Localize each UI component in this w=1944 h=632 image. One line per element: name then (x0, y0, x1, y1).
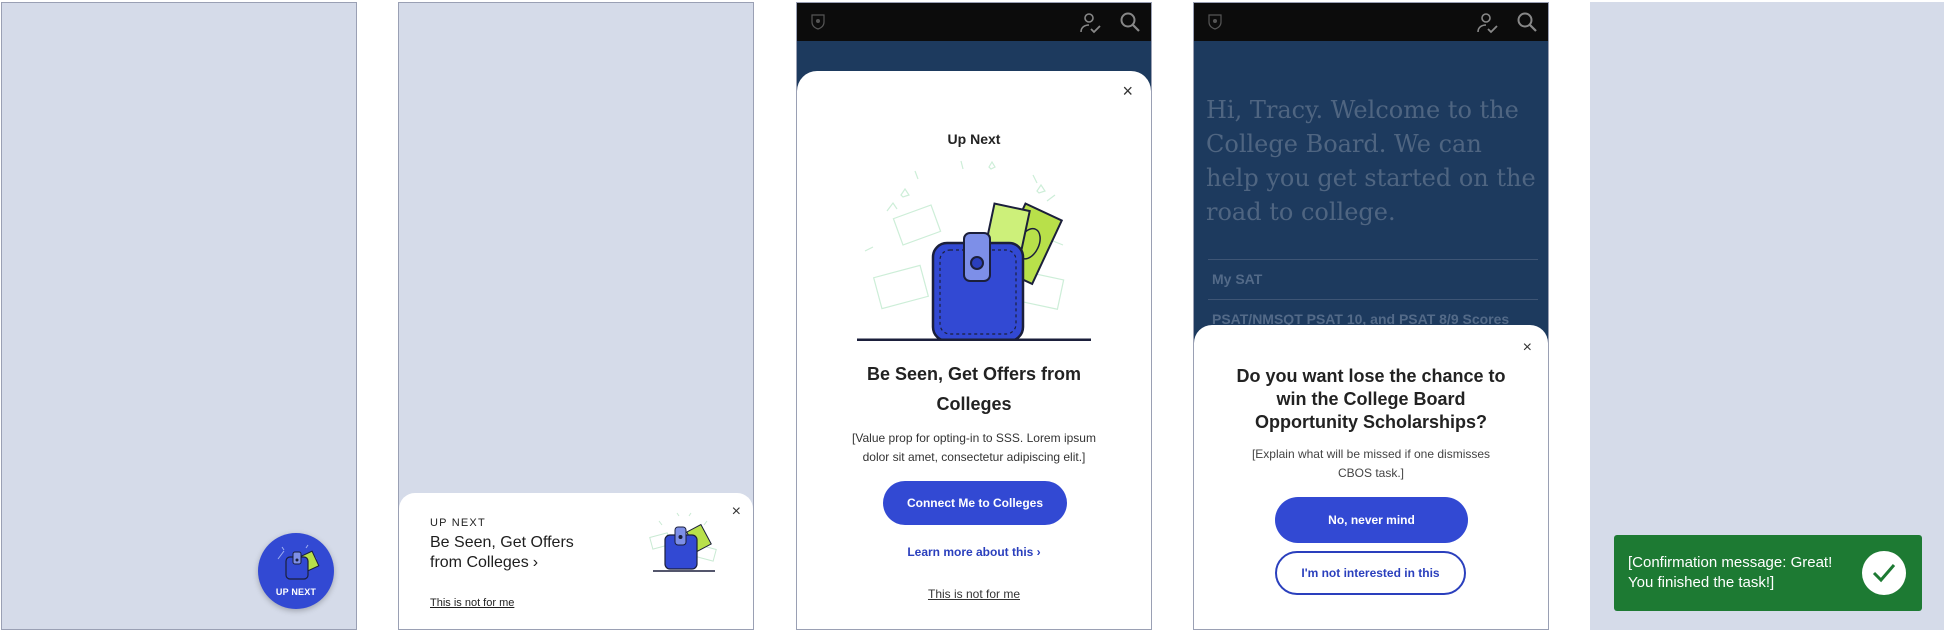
acorn-shield-icon[interactable] (811, 14, 825, 30)
wallet-icon (649, 512, 717, 572)
modal-eyebrow: Up Next (947, 131, 1001, 147)
screen-up-next-modal: × Up Next Be Seen, Get Offers from Colle… (796, 2, 1152, 630)
up-next-label: UP NEXT (275, 587, 317, 597)
never-mind-button[interactable]: No, never mind (1275, 497, 1468, 543)
not-for-me-link[interactable]: This is not for me (797, 587, 1151, 601)
search-icon[interactable] (1119, 11, 1141, 33)
screen-dismiss-confirmation: Hi, Tracy. Welcome to the College Board.… (1193, 2, 1549, 630)
up-next-modal: × Up Next Be Seen, Get Offers from Colle… (797, 71, 1151, 629)
menu-item-my-sat[interactable]: My SAT (1212, 271, 1262, 287)
card-title-text: Be Seen, Get Offers from Colleges (430, 534, 574, 571)
screen-floating-button: UP NEXT (1, 2, 357, 630)
search-icon[interactable] (1516, 11, 1538, 33)
top-bar (797, 3, 1151, 41)
wallet-icon (277, 544, 320, 580)
person-check-icon[interactable] (1079, 12, 1101, 34)
modal-description: [Value prop for opting-in to SSS. Lorem … (852, 431, 1096, 464)
close-icon[interactable]: × (1523, 339, 1532, 357)
screen-up-next-card: UP NEXT Be Seen, Get Offers from College… (398, 2, 754, 630)
toast-message: [Confirmation message: Great! You finish… (1628, 554, 1833, 591)
card-title[interactable]: Be Seen, Get Offers from Colleges › (430, 533, 600, 573)
up-next-button[interactable]: UP NEXT (258, 533, 334, 609)
sheet-description: [Explain what will be missed if one dism… (1251, 447, 1491, 480)
screen-confirmation-toast: [Confirmation message: Great! You finish… (1590, 2, 1944, 630)
check-icon (1862, 551, 1906, 595)
chevron-right-icon: › (532, 554, 539, 571)
top-bar (1194, 3, 1548, 41)
divider (1208, 299, 1538, 300)
up-next-card[interactable]: UP NEXT Be Seen, Get Offers from College… (399, 493, 753, 629)
wallet-illustration (857, 160, 1091, 341)
not-for-me-link[interactable]: This is not for me (430, 597, 514, 609)
acorn-shield-icon[interactable] (1208, 14, 1222, 30)
not-interested-button[interactable]: I'm not interested in this (1275, 551, 1466, 595)
connect-me-button[interactable]: Connect Me to Colleges (883, 481, 1067, 525)
sheet-title: Do you want lose the chance to win the C… (1236, 366, 1506, 432)
confirmation-toast: [Confirmation message: Great! You finish… (1614, 535, 1922, 611)
dismiss-confirmation-sheet: × Do you want lose the chance to win the… (1194, 325, 1548, 629)
close-icon[interactable]: × (1122, 81, 1133, 102)
close-icon[interactable]: × (732, 503, 741, 521)
person-check-icon[interactable] (1476, 12, 1498, 34)
learn-more-link[interactable]: Learn more about this › (797, 545, 1151, 559)
modal-title: Be Seen, Get Offers from Colleges (866, 364, 1082, 414)
card-eyebrow: UP NEXT (430, 517, 486, 529)
welcome-heading: Hi, Tracy. Welcome to the College Board.… (1206, 96, 1536, 226)
divider (1208, 259, 1538, 260)
